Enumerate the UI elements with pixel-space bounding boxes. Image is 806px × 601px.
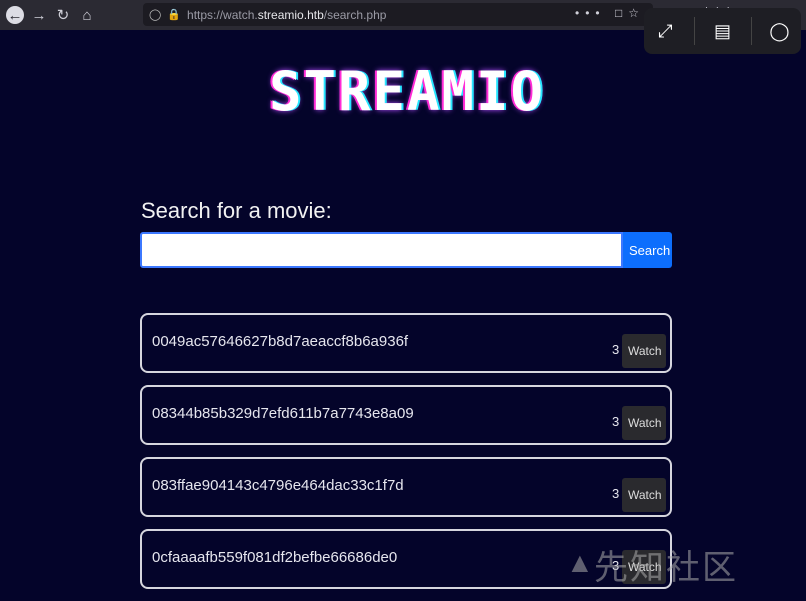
search-label: Search for a movie: [141, 198, 332, 223]
chat-icon[interactable]: ◯ [765, 16, 795, 46]
forward-arrow-icon[interactable]: → [30, 6, 48, 24]
movie-title: 0049ac57646627b8d7aeaccf8b6a936f [152, 333, 409, 350]
movie-title: 0cfaaaafb559f081df2befbe66686de0 [152, 549, 398, 566]
site-logo: STREAMIO [268, 60, 546, 123]
list-item: 08344b85b329d7efd611b7a7743e8a09 3 Watch [140, 385, 672, 445]
bookmark-star-icon[interactable]: ☆ [628, 6, 645, 20]
watermark-logo-icon: ▲ [566, 546, 594, 578]
movie-count: 3 [612, 342, 620, 357]
watch-button[interactable]: Watch [622, 406, 666, 440]
movie-count: 3 [612, 486, 620, 501]
watermark-text: 先知社区 [594, 548, 738, 588]
search-button[interactable]: Search [623, 232, 672, 268]
address-bar[interactable]: ◯ 🔒 https://watch.streamio.htb/search.ph… [143, 3, 653, 26]
floating-toolbar: ⤢ ▤ ◯ [644, 8, 801, 54]
reload-icon[interactable]: ↻ [54, 6, 72, 24]
movie-title: 083ffae904143c4796e464dac33c1f7d [152, 477, 404, 494]
page-actions[interactable]: ••• □☆ [575, 6, 645, 20]
toolbar-divider [693, 17, 695, 45]
movie-count: 3 [612, 414, 620, 429]
watch-button[interactable]: Watch [622, 334, 666, 368]
search-input[interactable] [140, 232, 623, 268]
url-text: https://watch.streamio.htb/search.php [187, 7, 387, 22]
text-scan-icon[interactable]: ▤ [708, 16, 738, 46]
menu-dots-icon[interactable]: ••• [575, 6, 606, 20]
list-item: 0049ac57646627b8d7aeaccf8b6a936f 3 Watch [140, 313, 672, 373]
shield-icon: ◯ [149, 9, 162, 21]
home-icon[interactable]: ⌂ [78, 6, 96, 24]
movie-title: 08344b85b329d7efd611b7a7743e8a09 [152, 405, 414, 422]
pocket-icon[interactable]: □ [615, 6, 628, 20]
toolbar-divider [750, 17, 752, 45]
watch-button[interactable]: Watch [622, 478, 666, 512]
search-form: Search [140, 232, 672, 268]
lock-icon: 🔒 [167, 9, 182, 21]
expand-icon[interactable]: ⤢ [651, 16, 681, 46]
list-item: 083ffae904143c4796e464dac33c1f7d 3 Watch [140, 457, 672, 517]
back-arrow-icon[interactable]: ← [6, 6, 24, 24]
watermark: ▲ 先知社区 [566, 540, 738, 589]
